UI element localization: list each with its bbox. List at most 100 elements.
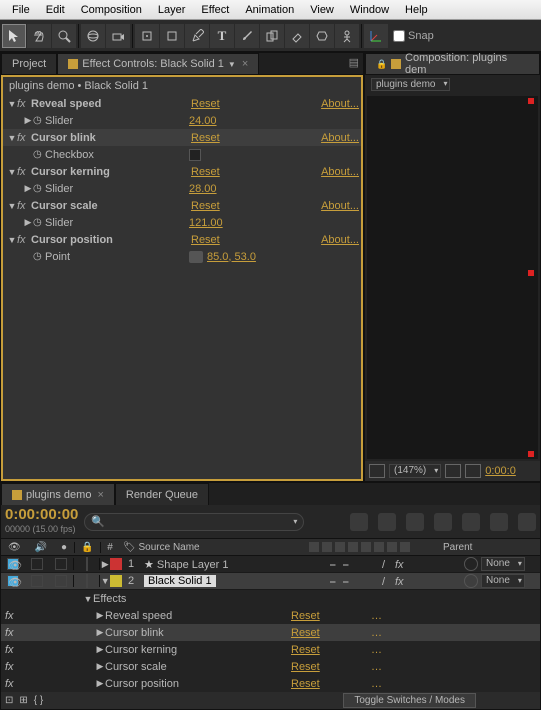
motion-blur-icon[interactable] — [434, 513, 452, 531]
options-icon[interactable]: … — [371, 610, 382, 622]
options-icon[interactable]: … — [371, 678, 382, 690]
handle-icon[interactable] — [528, 270, 534, 276]
panel-menu-icon[interactable]: ▤ — [343, 53, 363, 74]
layer-name-input[interactable]: Black Solid 1 — [144, 575, 216, 587]
stopwatch-icon[interactable]: ◷ — [33, 115, 45, 126]
lock-toggle[interactable] — [86, 557, 88, 571]
roto-tool[interactable] — [310, 24, 334, 48]
eraser-tool[interactable] — [285, 24, 309, 48]
axis-tool[interactable] — [364, 24, 388, 48]
effect-cursor-blink[interactable]: ▼fx Cursor blink Reset About... — [3, 129, 361, 146]
shy-icon[interactable] — [350, 513, 368, 531]
value-slider[interactable]: 121.00 — [189, 217, 239, 229]
twirl-icon[interactable]: ▼ — [7, 133, 17, 143]
stopwatch-icon[interactable]: ◷ — [33, 217, 45, 228]
effect-cursor-scale[interactable]: ▼fx Cursor scale Reset About... — [3, 197, 361, 214]
close-icon[interactable]: × — [97, 489, 103, 501]
timeline-comp-tab[interactable]: plugins demo × — [1, 483, 115, 505]
label-swatch[interactable] — [110, 575, 122, 587]
composition-viewer[interactable] — [367, 96, 538, 459]
twirl-icon[interactable]: ▶ — [23, 115, 33, 126]
comp-pill[interactable]: plugins demo — [371, 78, 450, 91]
reset-link[interactable]: Reset — [291, 644, 371, 656]
tl-effect-row[interactable]: fx▶Cursor blinkReset… — [1, 624, 540, 641]
value-point[interactable]: 85.0, 53.0 — [207, 251, 257, 263]
brainstorm-icon[interactable] — [490, 513, 508, 531]
value-slider[interactable]: 28.00 — [189, 183, 239, 195]
twirl-icon[interactable]: ▶ — [23, 183, 33, 194]
handle-icon[interactable] — [528, 451, 534, 457]
render-queue-tab[interactable]: Render Queue — [115, 483, 209, 505]
tl-effect-row[interactable]: fx▶Cursor scaleReset… — [1, 658, 540, 675]
camera-tool[interactable] — [106, 24, 130, 48]
stopwatch-icon[interactable]: ◷ — [33, 251, 45, 262]
options-icon[interactable]: … — [371, 627, 382, 639]
grid-icon[interactable] — [445, 464, 461, 478]
twirl-icon[interactable]: ▶ — [95, 610, 105, 621]
comp-time[interactable]: 0:00:0 — [485, 465, 516, 477]
reset-link[interactable]: Reset — [191, 98, 241, 110]
parent-dropdown[interactable]: None — [481, 574, 525, 588]
pickwhip-icon[interactable] — [464, 574, 478, 588]
reset-link[interactable]: Reset — [191, 234, 241, 246]
effect-cursor-position[interactable]: ▼fx Cursor position Reset About... — [3, 231, 361, 248]
menu-file[interactable]: File — [4, 2, 38, 18]
twirl-icon[interactable]: ▶ — [95, 644, 105, 655]
reset-link[interactable]: Reset — [291, 661, 371, 673]
menu-view[interactable]: View — [302, 2, 342, 18]
type-tool[interactable]: T — [210, 24, 234, 48]
reset-link[interactable]: Reset — [291, 627, 371, 639]
solo-toggle[interactable] — [55, 575, 67, 587]
effect-cursor-kerning[interactable]: ▼fx Cursor kerning Reset About... — [3, 163, 361, 180]
prop-checkbox[interactable]: ▶◷ Checkbox — [3, 146, 361, 163]
handle-icon[interactable] — [528, 98, 534, 104]
value-slider[interactable]: 24.00 — [189, 115, 239, 127]
crosshair-icon[interactable] — [189, 251, 203, 263]
twirl-icon[interactable]: ▼ — [7, 167, 17, 177]
layer-row[interactable]: 👁 ▶ 1 ★ Shape Layer 1 ⎯⎯/fx None — [1, 556, 540, 573]
menu-composition[interactable]: Composition — [73, 2, 150, 18]
reset-link[interactable]: Reset — [191, 200, 241, 212]
about-link[interactable]: About... — [321, 234, 359, 246]
about-link[interactable]: About... — [321, 132, 359, 144]
menu-window[interactable]: Window — [342, 2, 397, 18]
about-link[interactable]: About... — [321, 200, 359, 212]
effect-controls-tab[interactable]: Effect Controls: Black Solid 1 ▼ × — [57, 53, 259, 74]
options-icon[interactable]: … — [371, 644, 382, 656]
parent-dropdown[interactable]: None — [481, 557, 525, 571]
twirl-icon[interactable]: ▼ — [100, 576, 110, 586]
video-toggle[interactable]: 👁 — [7, 575, 19, 587]
pan-behind-tool[interactable] — [135, 24, 159, 48]
project-tab[interactable]: Project — [1, 53, 57, 74]
res-icon[interactable] — [369, 464, 385, 478]
zoom-dropdown[interactable]: (147%) — [389, 464, 441, 478]
puppet-tool[interactable] — [335, 24, 359, 48]
twirl-icon[interactable]: ▶ — [100, 559, 110, 570]
draft3d-icon[interactable] — [518, 513, 536, 531]
frame-blend-icon[interactable] — [406, 513, 424, 531]
twirl-icon[interactable]: ▶ — [95, 627, 105, 638]
reset-link[interactable]: Reset — [291, 678, 371, 690]
current-time[interactable]: 0:00:00:0000000 (15.00 fps) — [5, 508, 78, 536]
clone-tool[interactable] — [260, 24, 284, 48]
reset-link[interactable]: Reset — [291, 610, 371, 622]
twirl-icon[interactable]: ▼ — [7, 235, 17, 245]
prop-slider[interactable]: ▶◷ Slider 121.00 — [3, 214, 361, 231]
menu-layer[interactable]: Layer — [150, 2, 194, 18]
tl-effect-row[interactable]: fx▶Reveal speedReset… — [1, 607, 540, 624]
brush-tool[interactable] — [235, 24, 259, 48]
stopwatch-icon[interactable]: ◷ — [33, 149, 45, 160]
audio-toggle[interactable] — [31, 558, 43, 570]
audio-toggle[interactable] — [31, 575, 43, 587]
timeline-search[interactable]: 🔍▾ — [84, 513, 304, 531]
options-icon[interactable]: … — [371, 661, 382, 673]
reset-link[interactable]: Reset — [191, 166, 241, 178]
snap-checkbox[interactable] — [393, 30, 405, 42]
pen-tool[interactable] — [185, 24, 209, 48]
effect-reveal-speed[interactable]: ▼fx Reveal speed Reset About... — [3, 95, 361, 112]
mask-icon[interactable] — [465, 464, 481, 478]
tab-dropdown-icon[interactable]: ▼ — [228, 60, 236, 69]
prop-slider[interactable]: ▶◷ Slider 24.00 — [3, 112, 361, 129]
checkbox-input[interactable] — [189, 149, 201, 161]
menu-animation[interactable]: Animation — [237, 2, 302, 18]
